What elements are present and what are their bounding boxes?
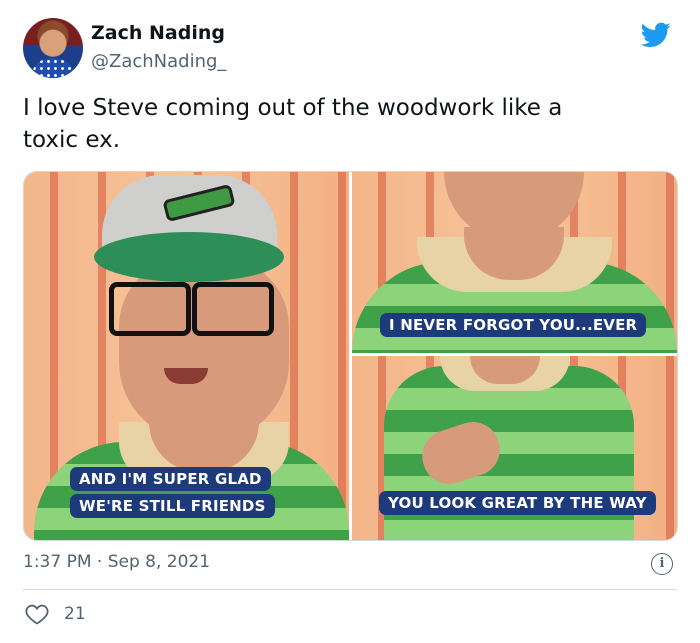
heart-icon[interactable] — [25, 603, 49, 625]
media-image-bottom-right[interactable]: YOU LOOK GREAT BY THE WAY — [352, 356, 677, 540]
avatar-shirt — [31, 58, 75, 78]
media-grid[interactable]: AND I'M SUPER GLAD WE'RE STILL FRIENDS I… — [23, 171, 678, 541]
avatar[interactable] — [23, 18, 83, 78]
info-icon[interactable]: i — [651, 553, 673, 575]
like-count: 21 — [64, 604, 86, 624]
caption-left-line2: WE'RE STILL FRIENDS — [70, 494, 275, 518]
caption-left-line1: AND I'M SUPER GLAD — [70, 467, 271, 491]
author-name[interactable]: Zach Nading — [91, 22, 225, 44]
cap-brim — [94, 232, 284, 282]
glasses-right-lens — [192, 282, 274, 336]
caption-top-right: I NEVER FORGOT YOU...EVER — [380, 313, 647, 337]
caption-bottom-right: YOU LOOK GREAT BY THE WAY — [379, 491, 656, 515]
tweet-text: I love Steve coming out of the woodwork … — [23, 95, 563, 153]
tweet-header: Zach Nading @ZachNading_ — [23, 18, 683, 80]
tweet-card: Zach Nading @ZachNading_ I love Steve co… — [0, 0, 700, 643]
divider — [23, 589, 677, 590]
timestamp[interactable]: 1:37 PM · Sep 8, 2021 — [23, 552, 210, 572]
media-image-left[interactable]: AND I'M SUPER GLAD WE'RE STILL FRIENDS — [24, 172, 349, 540]
media-image-top-right[interactable]: I NEVER FORGOT YOU...EVER — [352, 172, 677, 353]
twitter-bird-icon[interactable] — [641, 22, 671, 48]
author-handle[interactable]: @ZachNading_ — [91, 51, 226, 72]
glasses-left-lens — [109, 282, 191, 336]
